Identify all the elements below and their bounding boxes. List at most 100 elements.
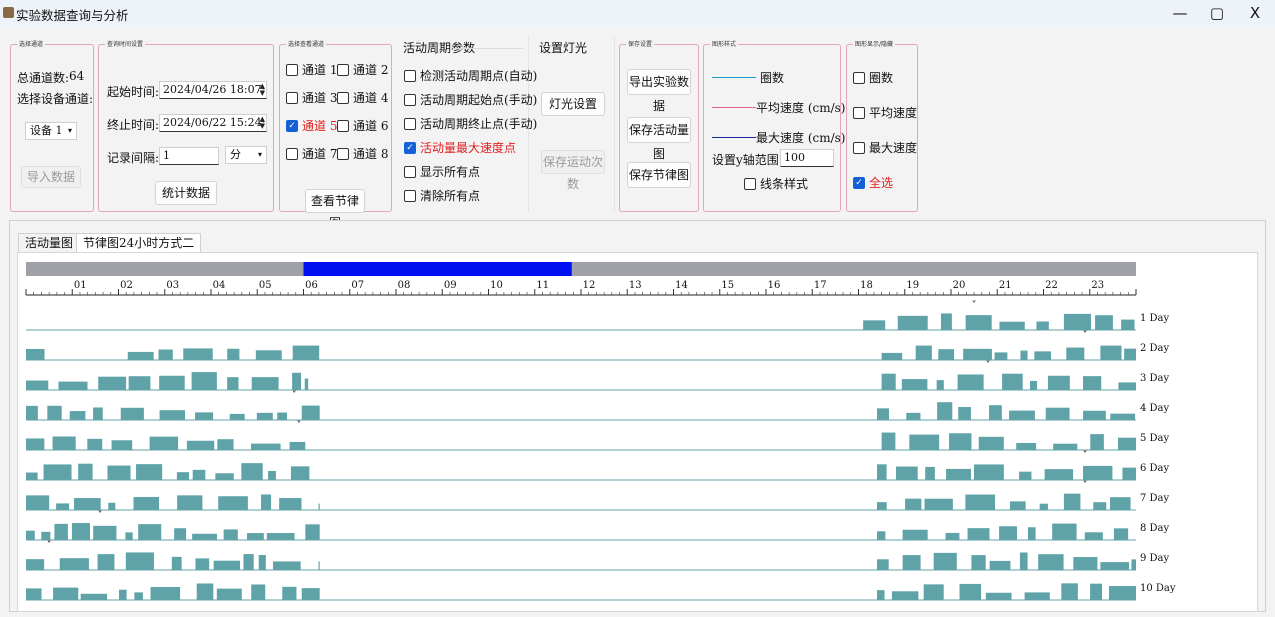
activity-bar [985,592,1012,600]
activity-bar [902,555,921,570]
y-range-label: 设置y轴范围: [712,153,783,167]
activity-bar [1063,313,1091,330]
activity-bar [1073,557,1098,570]
close-button[interactable]: X [1241,3,1269,23]
tab-activity[interactable]: 活动量图 [18,233,81,252]
select-device-label: 选择设备通道: [17,92,94,106]
hour-tick-label: 15 [721,280,734,291]
activity-bar [1083,410,1106,420]
channel-checkbox-6[interactable]: 通道 6 [337,117,388,134]
interval-unit-select[interactable]: 分 ▾ [225,146,267,164]
export-data-button[interactable]: 导出实验数据 [627,69,691,113]
activity-bar [292,345,320,360]
day-label: 1 Day [1140,313,1170,324]
activity-bar [292,372,302,390]
activity-bar [26,405,38,420]
activity-bar [52,436,76,450]
activity-bar [989,560,1011,570]
save-rhythm-chart-button[interactable]: 保存节律图 [627,162,691,188]
channel-checkbox-4[interactable]: 通道 4 [337,89,388,106]
activity-bar [128,376,151,390]
show-checkbox-4[interactable]: ✓ 全选 [853,174,893,191]
activity-bar [945,532,960,540]
activity-bar [149,436,179,450]
show-checkbox-3[interactable]: 最大速度 [853,139,917,156]
activity-bar [1061,583,1078,600]
activity-bar [251,443,281,450]
activity-param-checkbox-4-label: 活动量最大速度点 [420,141,517,155]
activity-param-checkbox-3[interactable]: 活动周期终止点(手动) [404,115,537,132]
show-checkbox-2[interactable]: 平均速度 [853,104,917,121]
channel-checkbox-7-label: 通道 7 [302,147,338,161]
activity-bar [318,561,320,570]
checkmark-icon: ✓ [404,141,416,154]
spinner-icon[interactable]: ▲ ▼ [260,116,265,130]
activity-param-checkbox-5[interactable]: 显示所有点 [404,163,480,180]
channel-checkbox-2[interactable]: 通道 2 [337,61,388,78]
activity-bar [216,588,242,600]
legend-label: 最大速度 (cm/s) [756,131,846,145]
interval-input[interactable]: 1 [159,147,219,165]
activity-param-checkbox-4[interactable]: ✓ 活动量最大速度点 [404,139,516,156]
day-label: 3 Day [1140,373,1170,384]
day-label: 6 Day [1140,463,1170,474]
save-activity-chart-button[interactable]: 保存活动量图 [627,117,691,161]
max-speed-marker: ˅ [986,359,991,371]
day-label: 2 Day [1140,343,1170,354]
activity-bar [1131,559,1136,570]
activity-bar [43,464,72,480]
activity-param-checkbox-6[interactable]: 清除所有点 [404,187,480,204]
max-speed-marker: ˅ [1083,479,1088,491]
activity-bar [277,412,287,420]
end-time-input[interactable]: 2024/06/22 15:24:31 ▲▼ [159,114,267,132]
activity-param-checkbox-1[interactable]: 检测活动周期点(自动) [404,67,537,84]
line-style-checkbox[interactable]: 线条样式 [744,175,808,192]
channel-checkbox-8[interactable]: 通道 8 [337,145,388,162]
spinner-icon[interactable]: ▲ ▼ [260,83,265,97]
activity-bar [127,351,154,360]
channel-checkbox-5[interactable]: ✓ 通道 5 [286,117,337,134]
activity-bar [26,495,50,510]
stat-data-button[interactable]: 统计数据 [155,181,217,205]
channel-checkbox-7[interactable]: 通道 7 [286,145,337,162]
y-range-input[interactable]: 100 [780,149,834,167]
activity-bar [107,465,131,480]
save-motion-count-button[interactable]: 保存运动次数 [541,150,605,191]
rhythm-chart: 01 02 03 04 05 06 07 08 09 10 11 12 13 14 15 16 17 18 19 20… [25,262,1176,601]
activity-bar [967,528,990,540]
activity-param-checkbox-2[interactable]: 活动周期起始点(手动) [404,91,537,108]
activity-bar [54,523,68,540]
tab-rhythm-24h[interactable]: 节律图24小时方式二 [76,233,202,252]
activity-bar [1095,315,1113,330]
interval-unit-value: 分 [230,148,241,161]
activity-bar [1038,554,1064,570]
activity-bar [108,502,116,510]
activity-bar [282,586,297,600]
channel-checkbox-3[interactable]: 通道 3 [286,89,337,106]
activity-bar [176,472,190,480]
activity-bar [174,528,187,540]
device-select[interactable]: 设备 1 ▾ [25,122,77,140]
start-time-input[interactable]: 2024/04/26 18:07:05 ▲▼ [159,81,267,99]
hour-tick-label: 11 [536,280,549,291]
maximize-button[interactable]: ▢ [1203,3,1231,23]
view-rhythm-button[interactable]: 查看节律图 [305,189,365,230]
channel-checkbox-5-label: 通道 5 [302,119,338,133]
hour-tick-label: 02 [120,280,133,291]
activity-bar [1027,527,1036,540]
channel-checkbox-1[interactable]: 通道 1 [286,61,337,78]
checkbox-box [337,119,349,132]
show-checkbox-3-label: 最大速度 [869,141,918,155]
light-settings-button[interactable]: 灯光设置 [541,92,605,116]
activity-bar [58,381,88,390]
activity-bar [1019,471,1032,480]
import-data-button[interactable]: 导入数据 [21,166,81,188]
dark-phase-bar [303,262,572,276]
activity-bar [959,583,982,600]
activity-bar [1045,407,1070,420]
activity-bar [1009,501,1026,510]
group-title: 选择查看通道 [286,39,327,48]
activity-bar [53,587,79,600]
minimize-button[interactable]: — [1166,3,1194,23]
show-checkbox-1[interactable]: 圈数 [853,69,893,86]
